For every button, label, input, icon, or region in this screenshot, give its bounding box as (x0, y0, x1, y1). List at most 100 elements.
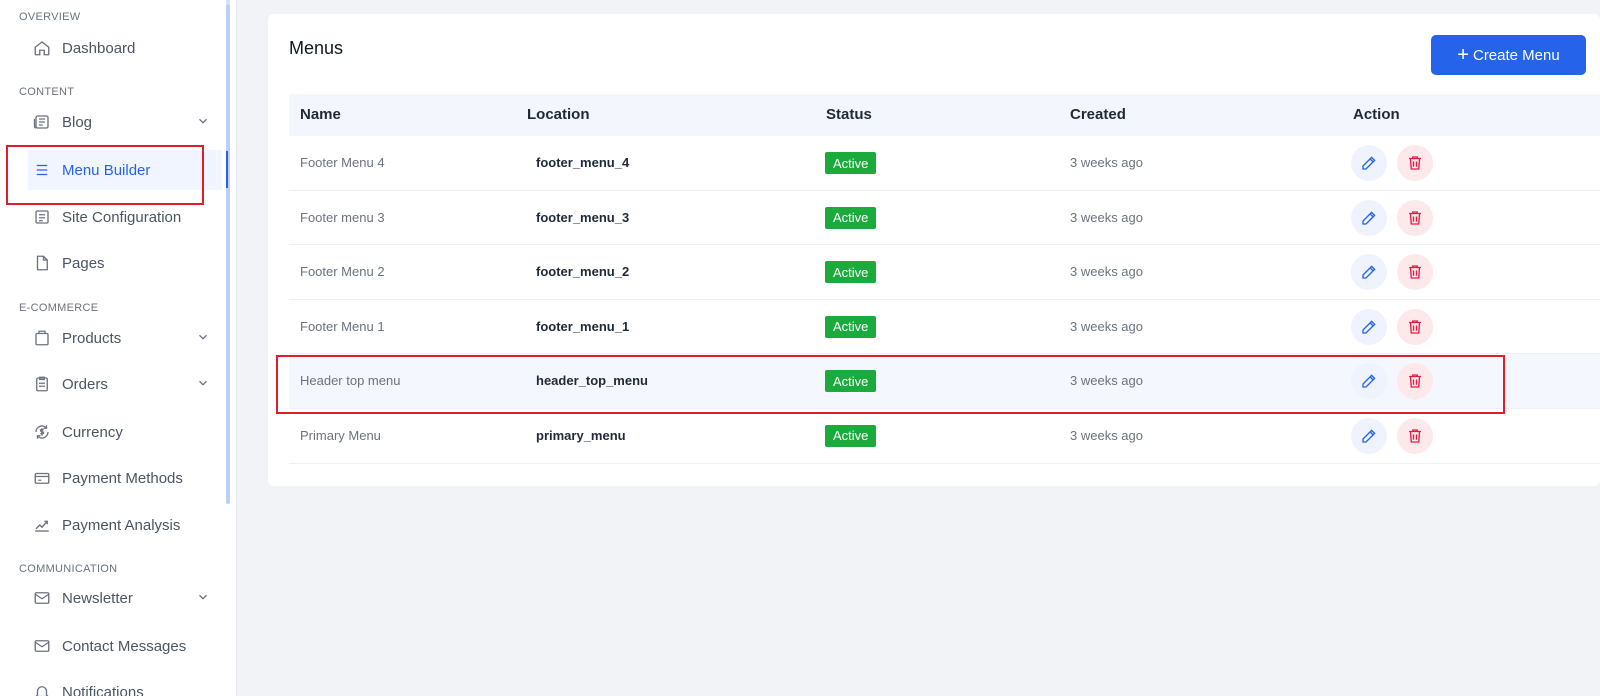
sidebar-item-notifications[interactable]: Notifications (28, 672, 222, 696)
delete-button[interactable] (1397, 254, 1433, 291)
credit-card-icon (32, 468, 52, 488)
sidebar-item-payment-analysis[interactable]: Payment Analysis (28, 505, 222, 545)
sidebar-item-payment-methods[interactable]: Payment Methods (28, 458, 222, 498)
sidebar-item-pages[interactable]: Pages (28, 243, 222, 283)
delete-button[interactable] (1397, 308, 1433, 345)
sidebar-item-label: Dashboard (62, 39, 136, 57)
menus-card: Menus + Create Menu Name Location Status… (268, 14, 1600, 486)
created-date: 3 weeks ago (1070, 209, 1143, 225)
chevron-down-icon (199, 118, 207, 124)
column-header-status: Status (826, 106, 872, 123)
column-header-action: Action (1353, 106, 1400, 123)
sidebar-item-currency[interactable]: Currency (28, 412, 222, 452)
table-row: Footer Menu 4 footer_menu_4 Active 3 weeks … (289, 136, 1600, 191)
delete-button[interactable] (1397, 417, 1433, 454)
sidebar-item-label: Pages (62, 254, 105, 272)
sidebar-item-label: Products (62, 329, 122, 347)
menu-location: footer_menu_2 (536, 264, 630, 280)
menu-name: Footer menu 3 (300, 209, 385, 225)
sidebar: OVERVIEW Dashboard CONTENT Blog Menu Bui… (0, 0, 237, 696)
pencil-icon (1360, 263, 1378, 281)
mail-icon (32, 588, 52, 608)
column-header-created: Created (1070, 106, 1126, 123)
sidebar-item-label: Newsletter (62, 589, 133, 607)
created-date: 3 weeks ago (1070, 264, 1143, 280)
page-title: Menus (289, 38, 344, 58)
bell-icon (32, 682, 52, 696)
sidebar-item-newsletter[interactable]: Newsletter (28, 578, 222, 618)
trash-icon (1406, 427, 1424, 445)
section-label-communication: COMMUNICATION (19, 563, 118, 575)
sidebar-item-site-configuration[interactable]: Site Configuration (28, 197, 222, 237)
document-lines-icon (32, 207, 52, 227)
pencil-icon (1360, 209, 1378, 227)
status-badge: Active (825, 370, 877, 393)
status-badge: Active (825, 152, 877, 174)
section-label-content: CONTENT (19, 86, 75, 98)
sidebar-item-label: Menu Builder (62, 161, 151, 179)
sidebar-item-dashboard[interactable]: Dashboard (28, 28, 222, 68)
currency-exchange-icon (32, 422, 52, 442)
menu-name: Header top menu (300, 373, 401, 389)
sidebar-item-label: Site Configuration (62, 208, 182, 226)
edit-button[interactable] (1351, 145, 1387, 181)
sidebar-scrollbar[interactable] (226, 4, 230, 504)
edit-button[interactable] (1351, 363, 1387, 400)
trash-icon (1406, 372, 1424, 390)
box-icon (32, 328, 52, 348)
menu-location: footer_menu_4 (536, 155, 630, 170)
sidebar-item-menu-builder[interactable]: Menu Builder (28, 150, 222, 190)
created-date: 3 weeks ago (1070, 318, 1143, 334)
table-header: Name Location Status Created Action (289, 94, 1600, 136)
trash-icon (1406, 318, 1424, 336)
created-date: 3 weeks ago (1070, 373, 1143, 389)
edit-button[interactable] (1351, 308, 1387, 345)
table-row: Footer Menu 1 footer_menu_1 Active 3 weeks … (289, 300, 1600, 355)
menu-location: header_top_menu (536, 373, 648, 389)
menu-name: Footer Menu 1 (300, 318, 385, 334)
menu-location: footer_menu_1 (536, 318, 630, 334)
menu-name: Footer Menu 2 (300, 264, 385, 280)
menu-name: Footer Menu 4 (300, 155, 385, 170)
table-row: Primary Menu primary_menu Active 3 weeks ag… (289, 409, 1600, 464)
sidebar-item-products[interactable]: Products (28, 318, 222, 358)
trash-icon (1406, 154, 1424, 172)
delete-button[interactable] (1397, 363, 1433, 400)
sidebar-item-label: Blog (62, 113, 93, 131)
pencil-icon (1360, 427, 1378, 445)
delete-button[interactable] (1397, 145, 1433, 181)
table-row: Footer Menu 2 footer_menu_2 Active 3 weeks … (289, 245, 1600, 300)
status-badge: Active (825, 424, 877, 447)
status-badge: Active (825, 261, 877, 284)
plus-icon: + (1457, 44, 1469, 66)
edit-button[interactable] (1351, 417, 1387, 454)
pencil-icon (1360, 372, 1378, 390)
created-date: 3 weeks ago (1070, 155, 1143, 170)
trash-icon (1406, 263, 1424, 281)
newspaper-icon (32, 112, 52, 132)
status-badge: Active (825, 315, 877, 338)
menus-table: Name Location Status Created Action Foot… (289, 94, 1600, 464)
column-header-name: Name (300, 106, 341, 123)
chevron-down-icon (199, 334, 207, 340)
table-row: Footer menu 3 footer_menu_3 Active 3 weeks … (289, 191, 1600, 246)
chevron-down-icon (199, 380, 207, 386)
edit-button[interactable] (1351, 199, 1387, 236)
clipboard-icon (32, 374, 52, 394)
section-label-ecommerce: E-COMMERCE (19, 302, 99, 314)
sidebar-item-blog[interactable]: Blog (28, 102, 222, 142)
delete-button[interactable] (1397, 199, 1433, 236)
chevron-down-icon (199, 594, 207, 600)
sidebar-item-label: Contact Messages (62, 637, 187, 655)
trash-icon (1406, 209, 1424, 227)
table-row: Header top menu header_top_menu Active 3 we… (289, 354, 1600, 409)
created-date: 3 weeks ago (1070, 427, 1143, 443)
create-menu-button[interactable]: + Create Menu (1431, 35, 1586, 75)
edit-button[interactable] (1351, 254, 1387, 291)
menu-name: Primary Menu (300, 427, 381, 443)
sidebar-item-label: Payment Methods (62, 469, 183, 487)
sidebar-item-orders[interactable]: Orders (28, 364, 222, 404)
sidebar-item-label: Currency (62, 423, 123, 441)
menu-lines-icon (32, 160, 52, 180)
sidebar-item-contact-messages[interactable]: Contact Messages (28, 626, 222, 666)
